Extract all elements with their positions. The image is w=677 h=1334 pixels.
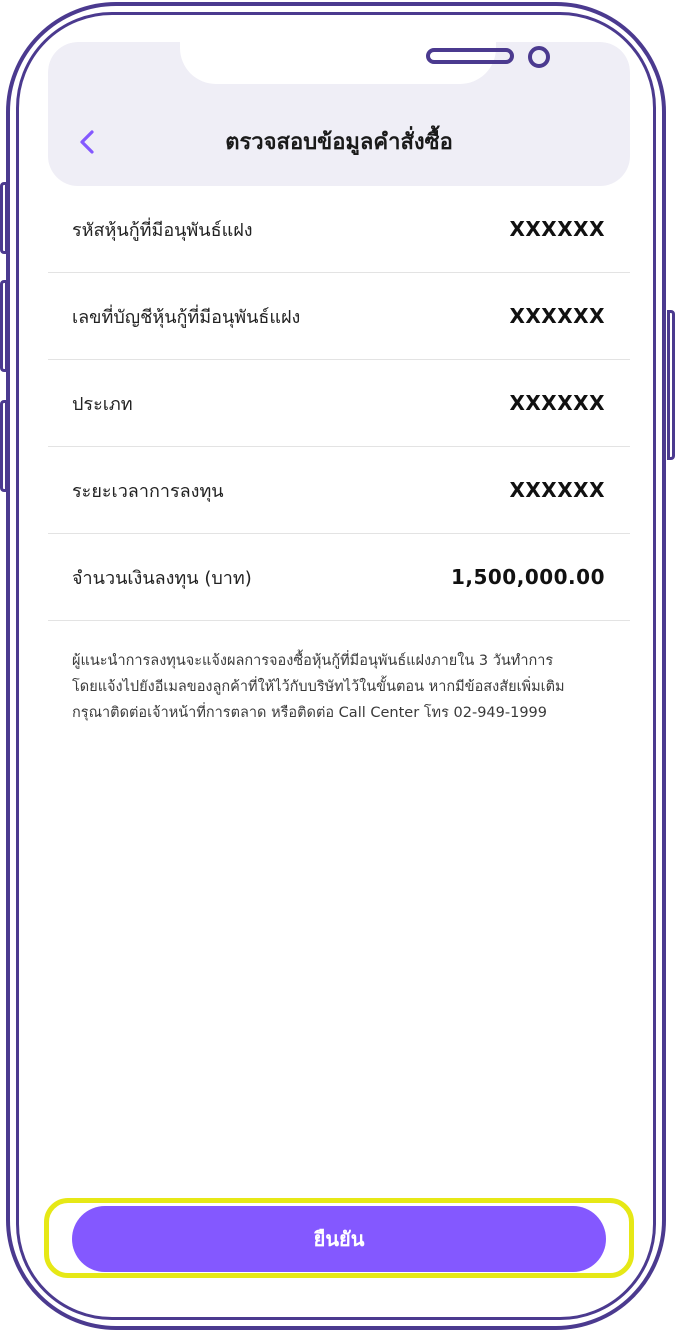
confirm-button[interactable]: ยืนยัน xyxy=(72,1206,606,1272)
detail-value: XXXXXX xyxy=(509,391,605,415)
phone-mockup: ตรวจสอบข้อมูลคำสั่งซื้อ รหัสหุ้นกู้ที่มี… xyxy=(0,0,677,1334)
detail-value: 1,500,000.00 xyxy=(450,565,605,589)
detail-row-investment-amount: จำนวนเงินลงทุน (บาท) 1,500,000.00 xyxy=(48,534,630,621)
disclaimer-line: โดยแจ้งไปยังอีเมลของลูกค้าที่ให้ไว้กับบร… xyxy=(72,679,565,695)
page-title: ตรวจสอบข้อมูลคำสั่งซื้อ xyxy=(225,130,453,155)
detail-row-account-number: เลขที่บัญชีหุ้นกู้ที่มีอนุพันธ์แฝง XXXXX… xyxy=(48,273,630,360)
disclaimer-line: ผู้แนะนำการลงทุนจะแจ้งผลการจองซื้อหุ้นกู… xyxy=(72,653,554,669)
detail-row-bond-code: รหัสหุ้นกู้ที่มีอนุพันธ์แฝง XXXXXX xyxy=(48,186,630,273)
notch xyxy=(180,42,550,84)
detail-row-type: ประเภท XXXXXX xyxy=(48,360,630,447)
phone-power-button xyxy=(667,310,675,460)
detail-label: เลขที่บัญชีหุ้นกู้ที่มีอนุพันธ์แฝง xyxy=(72,306,301,328)
detail-value: XXXXXX xyxy=(509,304,605,328)
detail-row-investment-period: ระยะเวลาการลงทุน XXXXXX xyxy=(48,447,630,534)
header: ตรวจสอบข้อมูลคำสั่งซื้อ xyxy=(48,42,630,186)
camera-icon xyxy=(528,46,550,68)
disclaimer-line: กรุณาติดต่อเจ้าหน้าที่การตลาด หรือติดต่อ… xyxy=(72,705,548,721)
order-details-list: รหัสหุ้นกู้ที่มีอนุพันธ์แฝง XXXXXX เลขที… xyxy=(48,186,630,621)
screen: ตรวจสอบข้อมูลคำสั่งซื้อ รหัสหุ้นกู้ที่มี… xyxy=(48,42,630,1282)
detail-value: XXXXXX xyxy=(509,478,605,502)
detail-label: ประเภท xyxy=(72,393,133,415)
speaker-icon xyxy=(426,48,514,64)
detail-label: รหัสหุ้นกู้ที่มีอนุพันธ์แฝง xyxy=(72,219,253,241)
detail-label: ระยะเวลาการลงทุน xyxy=(72,480,224,502)
disclaimer-note: ผู้แนะนำการลงทุนจะแจ้งผลการจองซื้อหุ้นกู… xyxy=(72,648,612,726)
detail-value: XXXXXX xyxy=(509,217,605,241)
detail-label: จำนวนเงินลงทุน (บาท) xyxy=(72,567,252,589)
